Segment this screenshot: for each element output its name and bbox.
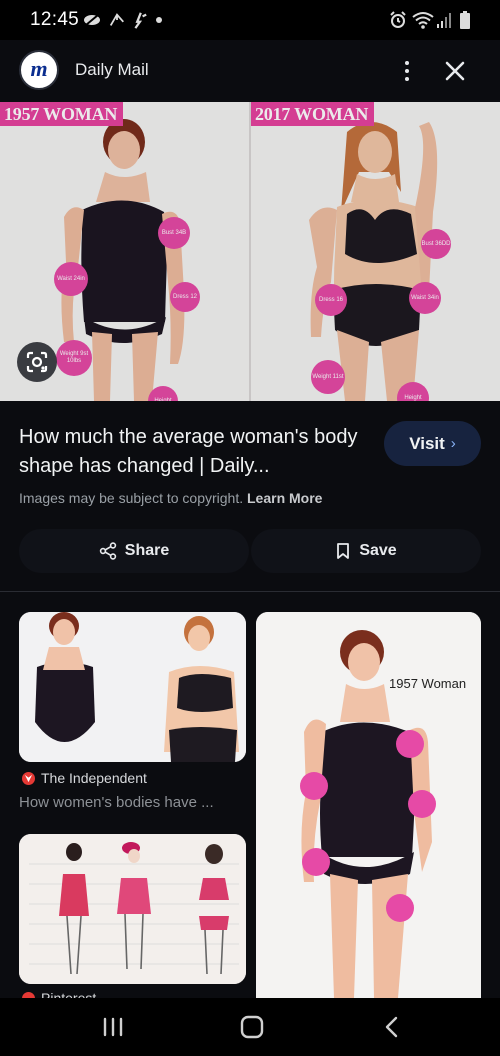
- result-info: How much the average woman's body shape …: [0, 401, 500, 591]
- related-bubble-waist: [300, 772, 328, 800]
- section-divider: [0, 591, 500, 592]
- status-bar: 12:45: [0, 0, 500, 40]
- viewer-header: m Daily Mail: [0, 40, 500, 102]
- related-bubble-height: [386, 894, 414, 922]
- related-card-1-image[interactable]: [19, 612, 246, 762]
- share-icon: [99, 542, 116, 560]
- related-bubble-bust: [396, 730, 424, 758]
- related-card-3-image[interactable]: [19, 834, 246, 984]
- related-image-2: [256, 612, 481, 998]
- hero-dim-overlay: [0, 102, 500, 401]
- related-card-2-label: 1957 Woman: [389, 676, 467, 691]
- wifi-icon: [412, 12, 434, 29]
- visit-button[interactable]: Visit ›: [384, 421, 481, 466]
- notification-dot: [156, 17, 162, 23]
- related-bubble-weight: [302, 848, 330, 876]
- related-card-1-source[interactable]: The Independent: [22, 770, 147, 786]
- related-image-1: [19, 612, 246, 762]
- independent-logo-icon: [22, 771, 35, 785]
- alarm-icon: [390, 11, 406, 28]
- learn-more-link[interactable]: Learn More: [247, 490, 322, 506]
- share-button[interactable]: Share: [19, 529, 249, 573]
- preview-image[interactable]: Bust 34B Waist 24in Dress 12 Weight 9st …: [0, 102, 500, 401]
- chevron-right-icon: ›: [450, 435, 456, 452]
- bookmark-icon: [337, 543, 350, 559]
- source-name[interactable]: Daily Mail: [75, 60, 149, 80]
- related-card-1-title[interactable]: How women's bodies have ...: [19, 794, 245, 811]
- silent-icon: [84, 14, 100, 26]
- source-logo[interactable]: m: [19, 50, 59, 90]
- copyright-text: Images may be subject to copyright.: [19, 490, 244, 506]
- system-nav-bar: [0, 998, 500, 1056]
- more-vert-icon[interactable]: [392, 54, 422, 88]
- copyright-notice: Images may be subject to copyright. Lear…: [19, 490, 322, 506]
- result-title[interactable]: How much the average woman's body shape …: [19, 423, 364, 481]
- share-label: Share: [124, 542, 170, 559]
- recents-icon[interactable]: [98, 1014, 128, 1040]
- back-icon[interactable]: [377, 1014, 407, 1040]
- related-bubble-dress: [408, 790, 436, 818]
- save-button[interactable]: Save: [251, 529, 481, 573]
- share-status-icon: [109, 13, 124, 26]
- home-icon[interactable]: [237, 1014, 267, 1040]
- download-icon: [134, 12, 147, 29]
- status-time: 12:45: [30, 9, 80, 30]
- visit-label: Visit: [409, 433, 445, 453]
- signal-icon: [437, 13, 451, 28]
- source-logo-letter: m: [30, 56, 48, 81]
- battery-icon: [460, 11, 470, 29]
- close-icon[interactable]: [440, 56, 470, 86]
- related-card-1-source-name: The Independent: [41, 770, 147, 786]
- related-card-2-image[interactable]: 1957 Woman: [256, 612, 481, 998]
- lens-icon[interactable]: [17, 342, 57, 382]
- related-image-3: [19, 834, 246, 984]
- save-label: Save: [359, 542, 397, 559]
